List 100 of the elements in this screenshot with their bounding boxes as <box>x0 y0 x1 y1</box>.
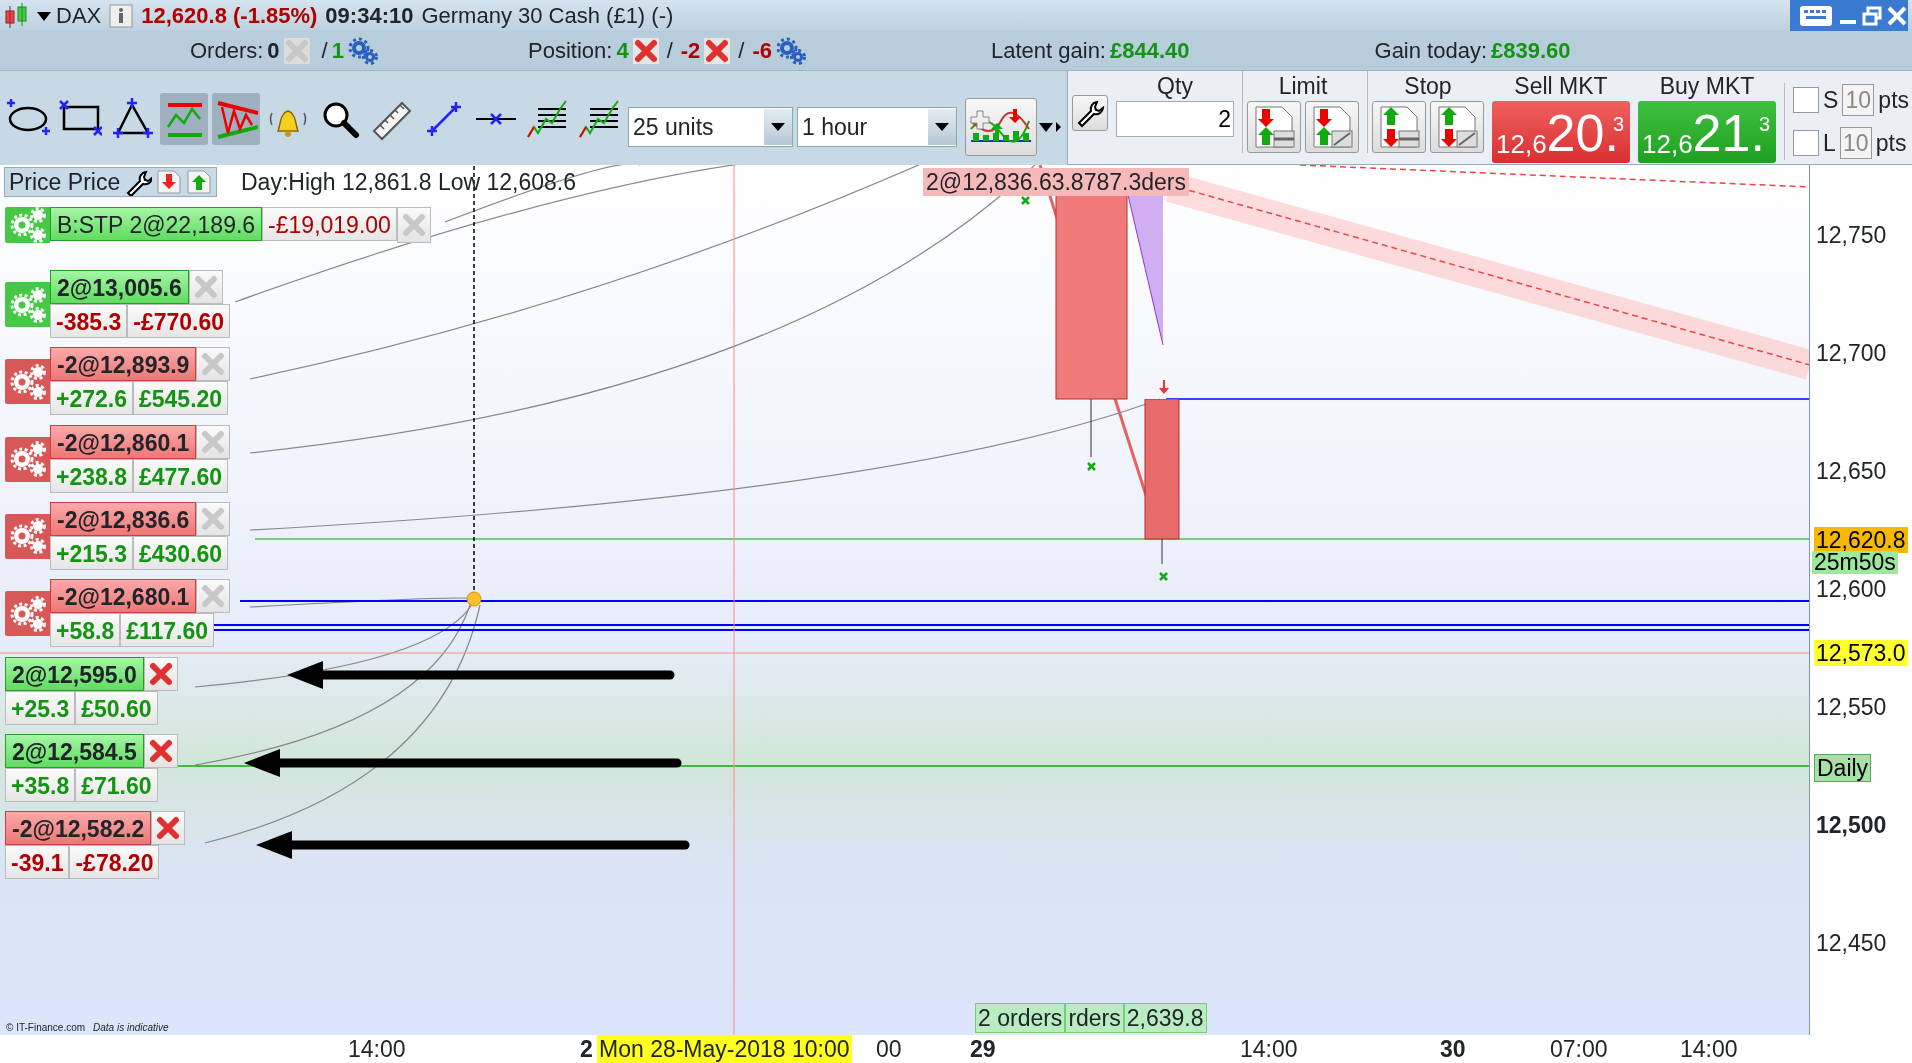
orders-label: 2 orders <box>975 1003 1066 1033</box>
pnl-value: -£770.60 <box>127 304 231 338</box>
chart-label: 2@12,836.63.8787.3ders <box>923 168 1189 196</box>
points-value: +25.3 <box>5 690 76 725</box>
settings-button[interactable] <box>1072 95 1108 131</box>
close-icon[interactable] <box>1886 4 1908 27</box>
time-tick: 2 <box>580 1035 593 1063</box>
indicators-button[interactable] <box>965 98 1037 156</box>
pnl-value: -£78.20 <box>69 845 160 880</box>
x-marker <box>1158 571 1169 582</box>
price-tick: 12,600 <box>1816 575 1887 604</box>
order-pnl: -£19,019.00 <box>262 207 397 241</box>
unit-label: pts <box>1875 128 1907 158</box>
order-label[interactable]: B:STP 2@22,189.6 <box>50 207 263 241</box>
pnl-value: £50.60 <box>75 690 158 725</box>
separator-text: / <box>666 37 673 65</box>
stop-order-button[interactable] <box>1372 101 1426 153</box>
wrench-icon <box>1075 98 1105 128</box>
price-marker: 12,573.0 <box>1814 640 1908 666</box>
limit-order-button[interactable] <box>1305 101 1359 153</box>
position-label[interactable]: 2@12,584.5 <box>5 733 144 768</box>
latent-gain-value: £844.40 <box>1110 37 1190 65</box>
info-icon[interactable] <box>109 3 134 28</box>
close-button[interactable] <box>188 270 223 304</box>
copyright-text: © IT-Finance.com <box>6 1021 86 1035</box>
points-value: -39.1 <box>5 845 70 880</box>
separator-text: / <box>321 37 328 65</box>
points-value: +215.3 <box>50 535 133 570</box>
position-label[interactable]: -2@12,860.1 <box>50 424 197 459</box>
up-arrow-icon[interactable] <box>186 169 213 195</box>
expand-arrow-icon[interactable] <box>1055 121 1063 133</box>
price-tick: 12,500 <box>1816 811 1887 840</box>
orders-label: 2,639.8 <box>1123 1003 1207 1033</box>
quantity-field[interactable]: 2 <box>1116 101 1234 137</box>
pnl-value: £430.60 <box>133 535 229 570</box>
timeframe-dropdown[interactable]: 1 hour <box>797 107 957 147</box>
gears-icon[interactable] <box>348 36 378 65</box>
down-arrow-icon[interactable] <box>156 169 183 195</box>
position-label[interactable]: -2@12,893.9 <box>50 347 197 382</box>
position-label[interactable]: 2@12,595.0 <box>5 656 144 691</box>
time-text: 09:34:10 <box>325 2 414 30</box>
buy-label: Buy MKT <box>1658 72 1756 101</box>
gears-icon <box>8 593 47 634</box>
gain-today-label: Gain today: <box>1374 37 1488 65</box>
time-tick: 29 <box>970 1035 996 1063</box>
stop-document-icon <box>1377 105 1421 149</box>
position-label[interactable]: -2@12,680.1 <box>50 579 197 614</box>
orders-count: 0 <box>267 37 280 65</box>
position-label[interactable]: -2@12,836.6 <box>50 501 197 536</box>
points-value: +35.8 <box>5 767 76 802</box>
price-change: 12,620.8 (-1.85%) <box>141 2 318 30</box>
time-tick: 30 <box>1440 1035 1466 1063</box>
price-tick: 12,700 <box>1816 339 1887 368</box>
units-dropdown[interactable]: 25 units <box>628 107 793 147</box>
wrench-icon[interactable] <box>124 168 153 196</box>
close-position-button[interactable] <box>704 37 731 64</box>
pnl-value: £477.60 <box>133 458 229 493</box>
pnl-value: £545.20 <box>133 381 229 416</box>
position-label[interactable]: 2@13,005.6 <box>50 270 189 304</box>
time-tick: 07:00 <box>1550 1035 1608 1063</box>
cursor-date: Mon 28-May-2018 10:00 <box>597 1035 852 1063</box>
orders-label: Orders: <box>190 37 264 65</box>
time-tick: 14:00 <box>348 1035 406 1063</box>
instrument-name: Germany 30 Cash (£1) (-) <box>421 2 674 30</box>
gears-icon <box>8 284 47 325</box>
price-marker: Daily <box>1814 754 1872 782</box>
down-arrow-icon <box>1158 380 1170 394</box>
gears-icon[interactable] <box>776 36 806 65</box>
close-button[interactable] <box>151 811 186 846</box>
points-value: +272.6 <box>50 381 133 416</box>
limit-document-icon <box>1252 105 1296 149</box>
triangle-tool-icon[interactable] <box>110 97 154 141</box>
qty-label: Qty <box>1156 72 1194 101</box>
position-label: Position: <box>528 37 613 65</box>
limit-order-button[interactable] <box>1247 101 1301 153</box>
active-orders-count: 1 <box>331 37 344 65</box>
pnl-value: £71.60 <box>75 767 158 802</box>
checkbox[interactable] <box>1793 87 1819 114</box>
close-button[interactable] <box>143 656 178 691</box>
position-value: -6 <box>752 37 772 65</box>
sell-label: Sell MKT <box>1513 72 1609 101</box>
stop-order-button[interactable] <box>1430 101 1484 153</box>
time-tick: 14:00 <box>1240 1035 1298 1063</box>
restore-icon[interactable] <box>1862 4 1882 27</box>
price-tick: 12,550 <box>1816 693 1887 722</box>
price-tick: 12,650 <box>1816 457 1887 486</box>
close-button[interactable] <box>143 733 178 768</box>
position-value: -2 <box>680 37 701 65</box>
gears-icon <box>8 439 47 480</box>
price-tick: 12,450 <box>1816 929 1887 958</box>
disclaimer-text: Data is indicative <box>93 1021 169 1035</box>
orders-label: rders <box>1065 1003 1124 1033</box>
bracket-label: L <box>1823 128 1836 158</box>
close-position-button[interactable] <box>632 37 659 64</box>
stop-document-icon <box>1435 105 1479 149</box>
gears-icon <box>8 516 47 557</box>
checkbox[interactable] <box>1793 129 1819 156</box>
instrument-dropdown[interactable]: DAX <box>36 0 102 32</box>
position-label[interactable]: -2@12,582.2 <box>5 811 152 846</box>
x-marker <box>1020 195 1031 206</box>
